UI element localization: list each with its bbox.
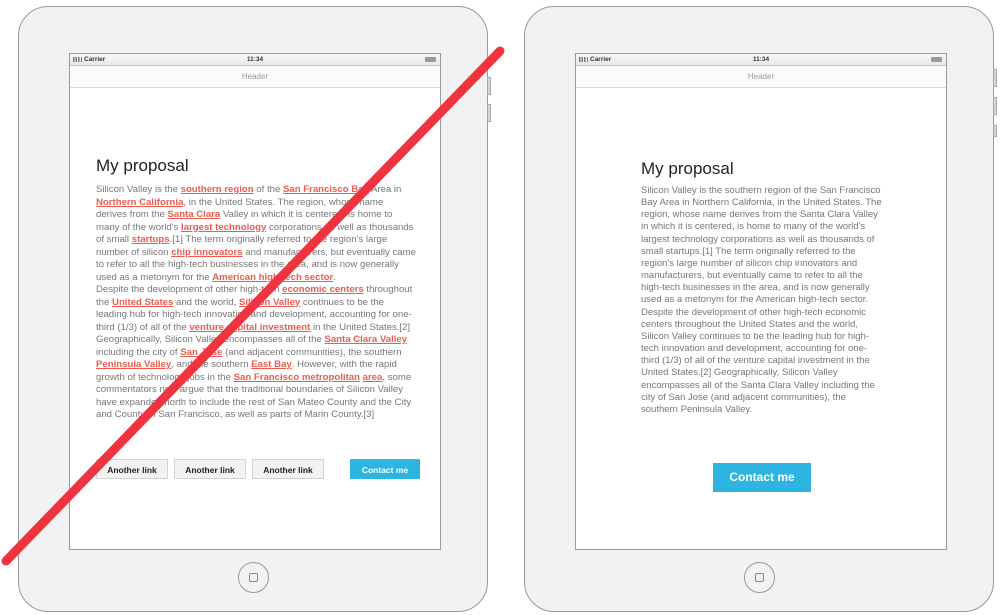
battery-icon <box>425 56 436 62</box>
inline-link[interactable]: American high-tech sector <box>212 272 333 283</box>
inline-link[interactable]: San Francisco metropolitan <box>234 372 360 383</box>
inline-link[interactable]: startups <box>132 234 170 245</box>
mute-switch <box>993 125 997 137</box>
proposal-text: Silicon Valley is the southern region of… <box>641 185 883 416</box>
paragraph: Silicon Valley is the southern region of… <box>96 184 416 284</box>
contact-me-button[interactable]: Contact me <box>350 459 420 479</box>
proposal-text: Silicon Valley is the southern region of… <box>96 184 416 422</box>
inline-link[interactable]: Santa Clara <box>167 209 220 220</box>
another-link-button[interactable]: Another link <box>252 459 324 479</box>
text-segment: Despite the development of other high-te… <box>96 284 283 295</box>
volume-button <box>487 104 491 122</box>
inline-link[interactable]: Northern California <box>96 197 183 208</box>
inline-link[interactable]: Peninsula Valley <box>96 359 171 370</box>
text-segment: Area in <box>368 184 402 195</box>
another-link-button[interactable]: Another link <box>174 459 246 479</box>
button-row: Another link Another link Another link C… <box>96 459 421 479</box>
inline-link[interactable]: chip innovators <box>171 247 242 258</box>
inline-link[interactable]: San Jose <box>180 347 222 358</box>
text-segment: , and the southern <box>171 359 252 370</box>
inline-link[interactable]: United States <box>112 297 173 308</box>
ipad-mockup-rejected: Carrier 11:34 Header My proposal Silicon… <box>18 6 491 612</box>
battery-icon <box>931 56 942 62</box>
home-button[interactable] <box>238 562 269 593</box>
text-segment: (and adjacent communities), the southern <box>222 346 402 358</box>
paragraph: Despite the development of other high-te… <box>96 284 416 422</box>
inline-link[interactable]: San Francisco Bay <box>283 184 369 195</box>
page-title: My proposal <box>641 159 734 178</box>
text-segment: of the <box>253 184 283 195</box>
another-link-button[interactable]: Another link <box>96 459 168 479</box>
home-square-icon <box>755 573 764 582</box>
inline-link[interactable]: area <box>363 372 383 383</box>
volume-button <box>993 97 997 115</box>
inline-link[interactable]: southern region <box>181 184 254 195</box>
header-bar: Header <box>576 66 946 88</box>
ipad-screen: Carrier 11:34 Header My proposal Silicon… <box>575 53 947 550</box>
inline-link[interactable]: largest technology <box>181 222 266 233</box>
paragraph: Silicon Valley is the southern region of… <box>641 185 882 306</box>
home-square-icon <box>249 573 258 582</box>
inline-link[interactable]: economic centers <box>282 284 364 295</box>
paragraph: Despite the development of other high-te… <box>641 306 875 415</box>
header-bar: Header <box>70 66 440 88</box>
home-button[interactable] <box>744 562 775 593</box>
inline-link[interactable]: Santa Clara Valley <box>324 334 407 345</box>
ipad-screen: Carrier 11:34 Header My proposal Silicon… <box>69 53 441 550</box>
contact-me-button[interactable]: Contact me <box>713 463 811 492</box>
page-title: My proposal <box>96 156 189 175</box>
inline-link[interactable]: East Bay <box>251 359 292 370</box>
text-segment: Silicon Valley is the <box>96 184 181 195</box>
status-time: 11:34 <box>246 55 264 63</box>
status-time: 11:34 <box>752 55 770 63</box>
inline-link[interactable]: venture capital investment <box>189 322 310 333</box>
volume-button <box>487 77 491 95</box>
ipad-mockup-approved: Carrier 11:34 Header My proposal Silicon… <box>524 6 997 612</box>
text-segment: and the world, <box>173 296 239 308</box>
inline-link[interactable]: Silicon Valley <box>239 297 300 308</box>
status-bar: Carrier 11:34 <box>70 54 440 66</box>
volume-button <box>993 69 997 87</box>
text-segment: including the city of <box>96 346 181 358</box>
text-segment: . <box>333 271 336 283</box>
status-bar: Carrier 11:34 <box>576 54 946 66</box>
